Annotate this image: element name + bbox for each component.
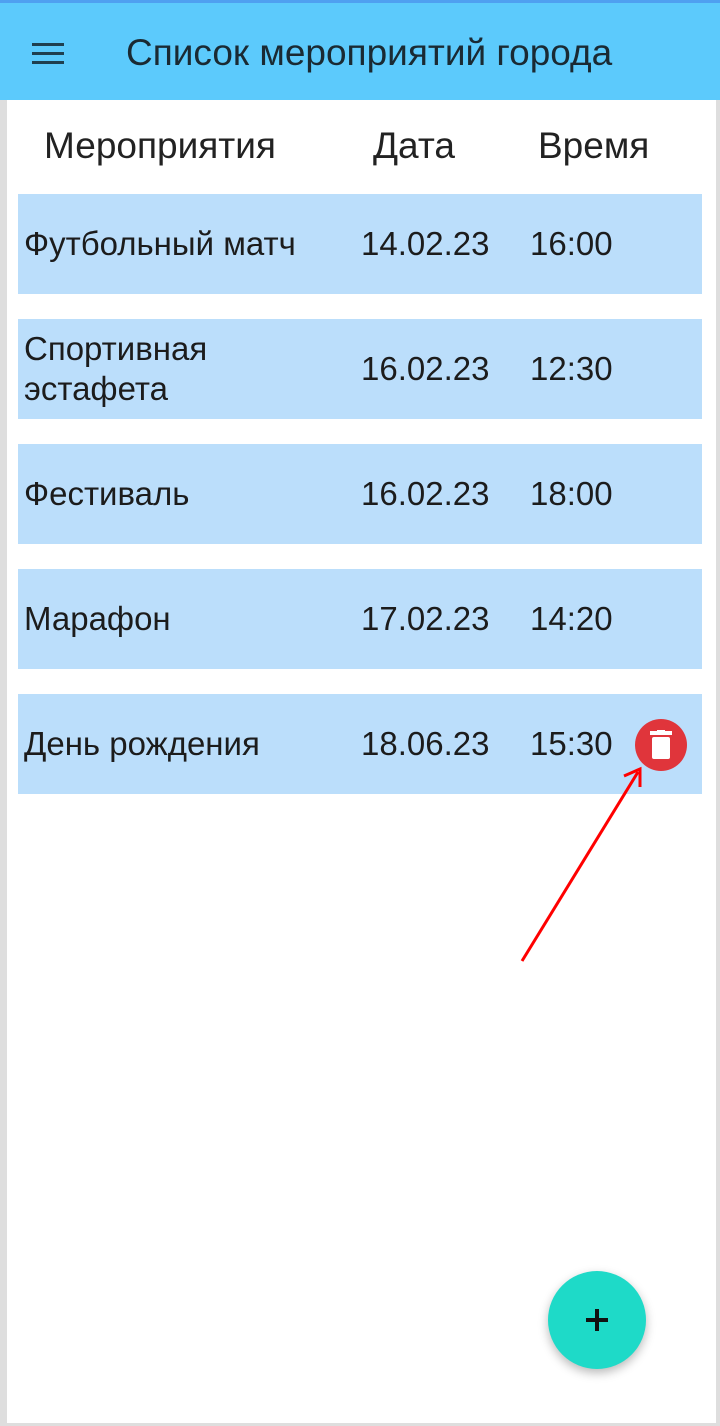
- event-row-festival[interactable]: Фестиваль 16.02.23 18:00: [18, 444, 702, 544]
- event-time: 18:00: [530, 475, 613, 512]
- event-time: 12:30: [530, 350, 613, 387]
- plus-icon: [586, 1309, 608, 1331]
- event-name: Марафон: [24, 600, 171, 637]
- event-row-birthday[interactable]: День рождения 18.06.23 15:30: [18, 694, 702, 794]
- column-header-date: Дата: [373, 125, 455, 166]
- window-frame-right: [716, 0, 720, 1426]
- add-event-button[interactable]: [548, 1271, 646, 1369]
- app-bar: Список мероприятий города: [0, 0, 720, 100]
- event-date: 14.02.23: [361, 225, 490, 262]
- window-frame-left: [0, 0, 7, 1426]
- event-date: 16.02.23: [361, 350, 490, 387]
- event-date: 18.06.23: [361, 725, 490, 762]
- trash-icon: [650, 730, 672, 759]
- event-time: 15:30: [530, 725, 613, 762]
- event-time: 14:20: [530, 600, 613, 637]
- hamburger-menu-icon[interactable]: [26, 37, 70, 73]
- table-header: Мероприятия Дата Время: [0, 116, 720, 176]
- event-row-football[interactable]: Футбольный матч 14.02.23 16:00: [18, 194, 702, 294]
- event-row-marathon[interactable]: Марафон 17.02.23 14:20: [18, 569, 702, 669]
- event-name: Спортивная эстафета: [24, 330, 208, 407]
- event-name: День рождения: [24, 725, 260, 762]
- delete-button[interactable]: [635, 719, 687, 771]
- event-date: 17.02.23: [361, 600, 490, 637]
- column-header-events: Мероприятия: [44, 125, 276, 166]
- event-row-relay[interactable]: Спортивная эстафета 16.02.23 12:30: [18, 319, 702, 419]
- event-name: Футбольный матч: [24, 225, 296, 262]
- event-date: 16.02.23: [361, 475, 490, 512]
- event-time: 16:00: [530, 225, 613, 262]
- column-header-time: Время: [538, 125, 650, 166]
- event-name: Фестиваль: [24, 475, 190, 512]
- app-title: Список мероприятий города: [126, 32, 613, 73]
